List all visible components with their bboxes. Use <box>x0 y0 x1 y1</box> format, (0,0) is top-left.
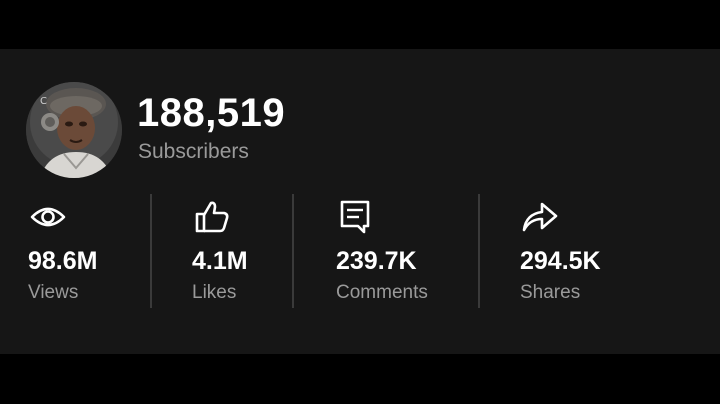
avatar-image: C <box>26 82 122 178</box>
thumbs-up-icon <box>195 201 229 233</box>
views-label: Views <box>28 282 79 303</box>
channel-stats-card: C 188,519 Subscribers 98.6M Views 4.1M L… <box>0 49 720 354</box>
divider <box>478 194 480 308</box>
subscriber-count: 188,519 <box>137 91 286 135</box>
views-value: 98.6M <box>28 247 98 275</box>
comment-icon <box>340 200 370 234</box>
shares-value: 294.5K <box>520 247 601 275</box>
eye-icon <box>30 207 66 227</box>
subscriber-label: Subscribers <box>138 140 249 163</box>
svg-text:C: C <box>40 96 47 107</box>
divider <box>150 194 152 308</box>
screen: C 188,519 Subscribers 98.6M Views 4.1M L… <box>0 0 720 404</box>
divider <box>292 194 294 308</box>
avatar[interactable]: C <box>26 82 122 178</box>
likes-value: 4.1M <box>192 247 248 275</box>
shares-label: Shares <box>520 282 581 303</box>
likes-label: Likes <box>192 282 237 303</box>
comments-label: Comments <box>336 282 428 303</box>
comments-value: 239.7K <box>336 247 417 275</box>
share-arrow-icon <box>522 202 558 232</box>
